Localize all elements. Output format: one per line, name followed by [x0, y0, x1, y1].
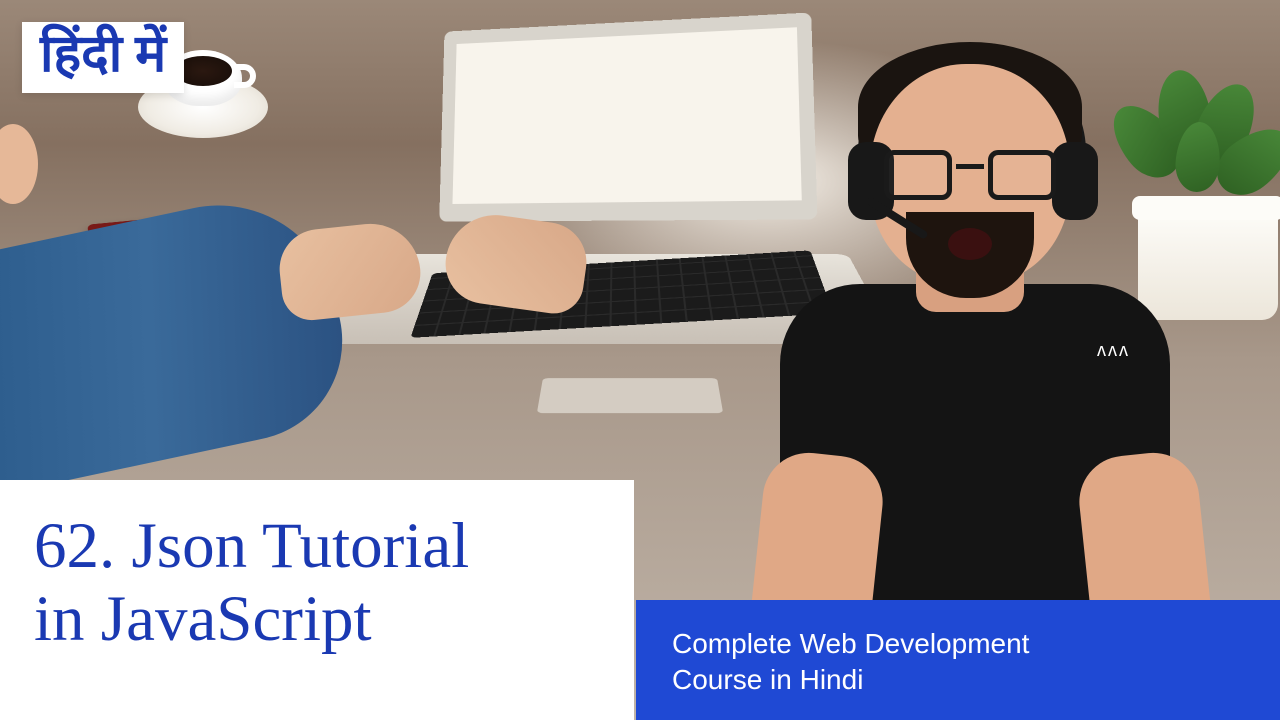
language-badge: हिंदी में — [22, 22, 184, 93]
title-line-1: 62. Json Tutorial — [34, 510, 606, 583]
headphones-earcup-icon — [1052, 142, 1098, 220]
laptop-trackpad — [537, 378, 723, 413]
subtitle-line-2: Course in Hindi — [672, 662, 1250, 698]
glasses-icon — [884, 150, 1056, 202]
subtitle-card: Complete Web Development Course in Hindi — [636, 600, 1280, 720]
title-card: 62. Json Tutorial in JavaScript — [0, 480, 634, 720]
shirt-logo: ᴧᴧᴧ — [1097, 340, 1130, 361]
language-badge-text: हिंदी में — [40, 26, 166, 83]
subtitle-line-1: Complete Web Development — [672, 626, 1250, 662]
presenter-figure: ᴧᴧᴧ — [740, 24, 1200, 664]
title-line-2: in JavaScript — [34, 583, 606, 656]
